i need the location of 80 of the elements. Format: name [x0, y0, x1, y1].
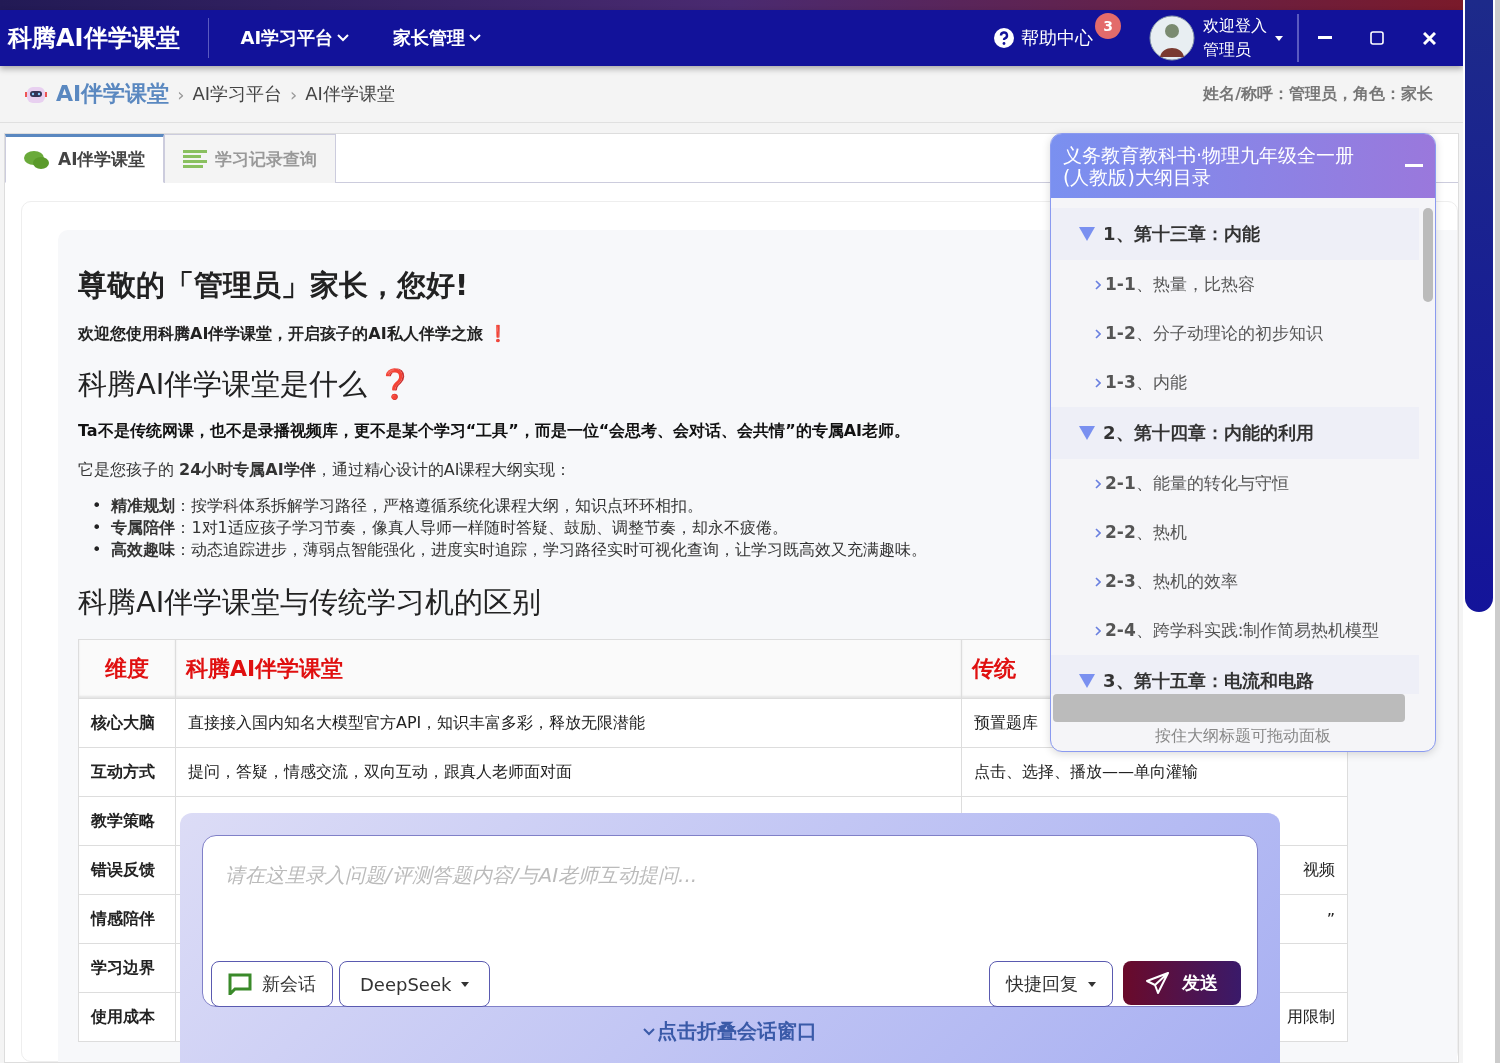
nav-menu[interactable]: 家长管理: [381, 20, 494, 56]
chevron-right-icon: [1095, 527, 1101, 538]
lesson-item[interactable]: 2-3、热机的效率: [1051, 557, 1419, 606]
bullet-marker: •: [92, 496, 102, 516]
lesson-item[interactable]: 2-1、能量的转化与守恒: [1051, 459, 1419, 508]
tab[interactable]: AI伴学课堂: [5, 134, 165, 183]
nav-menu[interactable]: AI学习平台: [228, 20, 362, 56]
table-cell: 情感陪伴: [78, 894, 176, 944]
drag-hint: 按住大纲标题可拖动面板: [1154, 725, 1332, 747]
scrollbar-thumb[interactable]: [1423, 208, 1433, 302]
triangle-down-icon: [1079, 227, 1095, 241]
section-heading: 科腾AI伴学课堂是什么 ❓: [78, 366, 413, 403]
minimize-icon[interactable]: [1405, 164, 1423, 168]
model-dropdown[interactable]: DeepSeek: [339, 961, 491, 1007]
breadcrumb-link[interactable]: AI学习平台: [192, 82, 283, 106]
table-cell: 教学策略: [78, 796, 176, 846]
lesson-item[interactable]: 1-2、分子动理论的初步知识: [1051, 309, 1419, 358]
lesson-item[interactable]: 2-2、热机: [1051, 508, 1419, 557]
minimize-icon: [1318, 36, 1332, 40]
table-cell: 直接接入国内知名大模型官方API，知识丰富多彩，释放无限潜能: [175, 698, 962, 748]
triangle-down-icon: [1079, 674, 1095, 688]
triangle-down-icon: [1079, 426, 1095, 440]
chevron-right-icon: [1095, 478, 1101, 489]
message-icon: [228, 973, 252, 995]
send-icon: [1146, 972, 1170, 994]
lesson-item[interactable]: 1-3、内能: [1051, 358, 1419, 407]
statement-text: Ta不是传统网课，也不是录播视频库，更不是某个学习“工具”，而是一位“会思考、会对话、会共情”的专属AI老师。: [78, 421, 911, 442]
chevron-down-icon: [643, 1027, 655, 1036]
list-icon: [183, 150, 208, 168]
outline-title: 义务教育教科书·物理九年级全一册(人教版)大纲目录: [1063, 144, 1356, 188]
chapter-item[interactable]: 2、第十四章：内能的利用: [1051, 407, 1419, 459]
breadcrumb-link[interactable]: AI伴学课堂: [305, 82, 395, 106]
chevron-right-icon: [1095, 279, 1101, 290]
chevron-right-icon: [1095, 576, 1101, 587]
help-icon: [993, 27, 1015, 49]
send-button[interactable]: 发送: [1123, 961, 1241, 1005]
user-info: 姓名/称呼：管理员，角色：家长: [1203, 83, 1433, 105]
column-header: 维度: [78, 639, 176, 699]
quick-reply-dropdown[interactable]: 快捷回复: [989, 961, 1113, 1007]
table-cell: 核心大脑: [78, 698, 176, 748]
table-cell: 学习边界: [78, 943, 176, 993]
caret-icon: [461, 981, 470, 987]
chat-bubbles-icon: [24, 149, 50, 170]
message-input[interactable]: 请在这里录入问题/评测答题内容/与AI老师互动提问... 新会话 DeepSeek 快捷回复 发送: [202, 835, 1258, 1007]
table-cell: 互动方式: [78, 747, 176, 797]
column-header: 科腾AI伴学课堂: [175, 639, 962, 699]
lesson-item[interactable]: 1-1、热量，比热容: [1051, 260, 1419, 309]
breadcrumb-separator: ›: [290, 83, 298, 105]
chapter-item[interactable]: 3、第十五章：电流和电路: [1051, 655, 1419, 695]
new-chat-button[interactable]: 新会话: [211, 961, 333, 1007]
chevron-right-icon: [1095, 625, 1101, 636]
greeting-heading: 尊敬的「管理员」家长，您好!: [78, 267, 469, 304]
feature-item: 高效趣味：动态追踪进步，薄弱点智能强化，进度实时追踪，学习路径实时可视化查询，让学习既高效又充满趣味。: [111, 539, 928, 561]
notification-badge: 3: [1095, 13, 1121, 39]
section-heading: 科腾AI伴学课堂与传统学习机的区别: [78, 584, 542, 621]
close-icon: [1422, 31, 1436, 45]
horizontal-scrollbar[interactable]: [1053, 694, 1405, 722]
feature-item: 专属陪伴：1对1适应孩子学习节奏，像真人导师一样随时答疑、鼓励、调整节奏，却永不疲倦。: [111, 517, 788, 539]
welcome-text: 欢迎您使用科腾AI伴学课堂，开启孩子的AI私人伴学之旅 ❗: [78, 324, 509, 345]
bullet-marker: •: [92, 518, 102, 538]
collapse-link[interactable]: 点击折叠会话窗口: [637, 1017, 823, 1046]
scrollbar-thumb[interactable]: [1465, 0, 1493, 612]
table-cell: 使用成本: [78, 992, 176, 1042]
avatar: [1149, 15, 1195, 61]
bullet-marker: •: [92, 540, 102, 560]
maximize-icon: [1370, 31, 1384, 45]
chevron-down-icon: [337, 34, 350, 42]
caret-icon: [1088, 981, 1096, 987]
chevron-down-icon: [469, 34, 482, 42]
lead-text: 它是您孩子的 24小时专属AI学伴，通过精心设计的AI课程大纲实现：: [78, 460, 572, 481]
user-menu[interactable]: 欢迎登入 管理员: [1139, 14, 1299, 62]
table-cell: 错误反馈: [78, 845, 176, 895]
caret-icon: [1275, 35, 1283, 41]
breadcrumb-separator: ›: [177, 83, 185, 105]
chapter-item[interactable]: 1、第十三章：内能: [1051, 208, 1419, 260]
table-cell: 提问，答疑，情感交流，双向互动，跟真人老师面对面: [175, 747, 962, 797]
brand-title: 科腾AI伴学课堂: [8, 18, 209, 58]
feature-item: 精准规划：按学科体系拆解学习路径，严格遵循系统化课程大纲，知识点环环相扣。: [111, 495, 704, 517]
chevron-right-icon: [1095, 328, 1101, 339]
chevron-right-icon: [1095, 377, 1101, 388]
